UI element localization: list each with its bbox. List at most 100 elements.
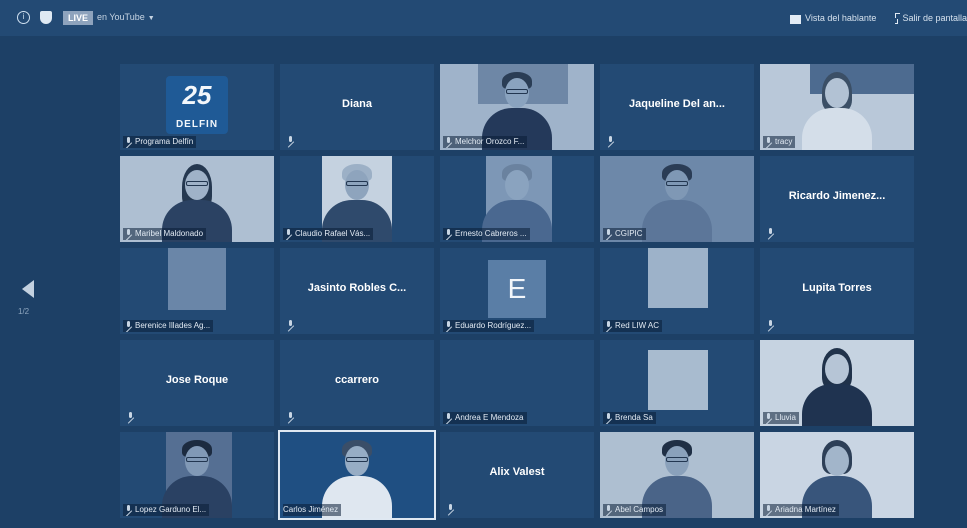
- participant-tile[interactable]: CGIPIC: [600, 156, 754, 242]
- exit-fullscreen-button[interactable]: Salir de pantalla: [895, 10, 967, 26]
- participant-tile[interactable]: Lluvia: [760, 340, 914, 426]
- previous-page-arrow-icon[interactable]: [22, 280, 34, 298]
- mic-muted-icon: [764, 137, 773, 146]
- participant-display-name: ccarrero: [334, 374, 380, 386]
- participant-tile[interactable]: Lupita Torres: [760, 248, 914, 334]
- participant-display-name: Diana: [342, 98, 372, 110]
- mic-muted-icon: [604, 229, 613, 238]
- participant-name-tag: Abel Campos: [603, 504, 667, 516]
- participant-tile[interactable]: Jaqueline Del an...: [600, 64, 754, 150]
- mic-muted-icon: [124, 505, 133, 514]
- mic-muted-icon: [764, 413, 773, 422]
- participant-tile[interactable]: Jose Roque: [120, 340, 274, 426]
- mic-muted-icon: [286, 320, 295, 330]
- participant-tile[interactable]: Jasinto Robles C...: [280, 248, 434, 334]
- participant-tile[interactable]: Brenda Sa: [600, 340, 754, 426]
- participant-label: Carlos Jiménez: [283, 505, 339, 514]
- logo-text: DELFIN: [175, 119, 219, 130]
- mic-muted-icon: [444, 413, 453, 422]
- mic-muted-icon: [766, 320, 775, 330]
- participant-tile[interactable]: Maribel Maldonado: [120, 156, 274, 242]
- security-shield-icon[interactable]: [40, 11, 52, 24]
- participant-name-tag: Lopez Garduno El...: [123, 504, 210, 516]
- grid-view-icon: [790, 12, 801, 24]
- page-indicator: 1/2: [18, 307, 30, 316]
- participant-display-name: Jose Roque: [165, 374, 229, 386]
- participant-tile[interactable]: ccarrero: [280, 340, 434, 426]
- video-frame: [648, 350, 708, 410]
- mic-muted-icon: [606, 136, 615, 146]
- exit-fullscreen-label: Salir de pantalla: [902, 13, 967, 23]
- participant-display-name: Jasinto Robles C...: [307, 282, 407, 294]
- participant-name-tag: Berenice Illades Ag...: [123, 320, 214, 332]
- mic-muted-icon: [126, 412, 135, 422]
- participant-display-name: Alix Valest: [489, 466, 545, 478]
- participant-name-tag: Eduardo Rodríguez...: [443, 320, 535, 332]
- participant-tile[interactable]: Abel Campos: [600, 432, 754, 518]
- participant-video: [797, 340, 877, 426]
- mic-muted-icon: [284, 229, 293, 238]
- participant-name-tag: Melchor Orozco F...: [443, 136, 528, 148]
- participant-display-name: Jaqueline Del an...: [629, 98, 725, 110]
- participant-name-tag: Brenda Sa: [603, 412, 656, 424]
- participant-label: Eduardo Rodríguez...: [455, 321, 532, 330]
- info-icon[interactable]: i: [17, 11, 30, 24]
- mic-muted-icon: [286, 136, 295, 146]
- participant-tile[interactable]: Lopez Garduno El...: [120, 432, 274, 518]
- participant-label: tracy: [775, 137, 793, 146]
- participant-name-tag: Ernesto Cabreros ...: [443, 228, 530, 240]
- participant-name-tag: tracy: [763, 136, 796, 148]
- participant-name-tag: Lluvia: [763, 412, 799, 424]
- fullscreen-icon: [895, 12, 901, 24]
- participant-label: Andrea E Mendoza: [455, 413, 524, 422]
- participant-tile[interactable]: Andrea E Mendoza: [440, 340, 594, 426]
- participant-tile[interactable]: 25 DELFIN Programa Delfín: [120, 64, 274, 150]
- logo-number: 25: [182, 80, 212, 110]
- chevron-down-icon: ▼: [147, 15, 155, 22]
- participant-tile[interactable]: Melchor Orozco F...: [440, 64, 594, 150]
- participant-tile[interactable]: tracy: [760, 64, 914, 150]
- participant-tile[interactable]: Ricardo Jimenez...: [760, 156, 914, 242]
- mic-muted-icon: [444, 137, 453, 146]
- participant-label: Lluvia: [775, 413, 796, 422]
- participant-display-name: Lupita Torres: [802, 282, 872, 294]
- participant-name-tag: Andrea E Mendoza: [443, 412, 527, 424]
- mic-muted-icon: [124, 137, 133, 146]
- mic-muted-icon: [444, 229, 453, 238]
- delfin-logo: 25 DELFIN: [166, 76, 228, 134]
- speaker-view-button[interactable]: Vista del hablante: [790, 10, 876, 26]
- participant-tile[interactable]: Claudio Rafael Vás...: [280, 156, 434, 242]
- participant-tile[interactable]: Red LIW AC: [600, 248, 754, 334]
- participant-tile[interactable]: Ariadna Martínez: [760, 432, 914, 518]
- participant-tile-active-speaker[interactable]: Carlos Jiménez: [278, 430, 436, 520]
- mic-muted-icon: [124, 321, 133, 330]
- speaker-view-label: Vista del hablante: [805, 13, 877, 23]
- mic-muted-icon: [604, 505, 613, 514]
- participant-label: Ariadna Martínez: [775, 505, 836, 514]
- participant-label: Brenda Sa: [615, 413, 653, 422]
- participant-label: Abel Campos: [615, 505, 664, 514]
- participant-name-tag: Programa Delfín: [123, 136, 197, 148]
- participant-tile[interactable]: Alix Valest: [440, 432, 594, 518]
- participant-tile[interactable]: E Eduardo Rodríguez...: [440, 248, 594, 334]
- participant-name-tag: Ariadna Martínez: [763, 504, 839, 516]
- participant-name-tag: CGIPIC: [603, 228, 646, 240]
- participant-name-tag: Maribel Maldonado: [123, 228, 207, 240]
- live-badge[interactable]: LIVE: [63, 11, 94, 25]
- participant-name-tag: Claudio Rafael Vás...: [283, 228, 374, 240]
- participant-label: Claudio Rafael Vás...: [295, 229, 371, 238]
- stream-target-dropdown[interactable]: en YouTube ▼: [97, 12, 155, 22]
- participant-tile[interactable]: Ernesto Cabreros ...: [440, 156, 594, 242]
- participant-video: [637, 156, 717, 242]
- participant-tile[interactable]: Berenice Illades Ag...: [120, 248, 274, 334]
- video-frame: [648, 248, 708, 308]
- participant-display-name: Ricardo Jimenez...: [788, 190, 886, 202]
- participant-tile[interactable]: Diana: [280, 64, 434, 150]
- mic-muted-icon: [124, 229, 133, 238]
- stream-target-label: en YouTube: [97, 12, 145, 22]
- participant-name-tag: Carlos Jiménez: [283, 504, 342, 516]
- mic-muted-icon: [604, 413, 613, 422]
- mic-muted-icon: [286, 412, 295, 422]
- mic-muted-icon: [444, 321, 453, 330]
- top-bar: i LIVE en YouTube ▼ Vista del hablante Sa…: [0, 0, 967, 36]
